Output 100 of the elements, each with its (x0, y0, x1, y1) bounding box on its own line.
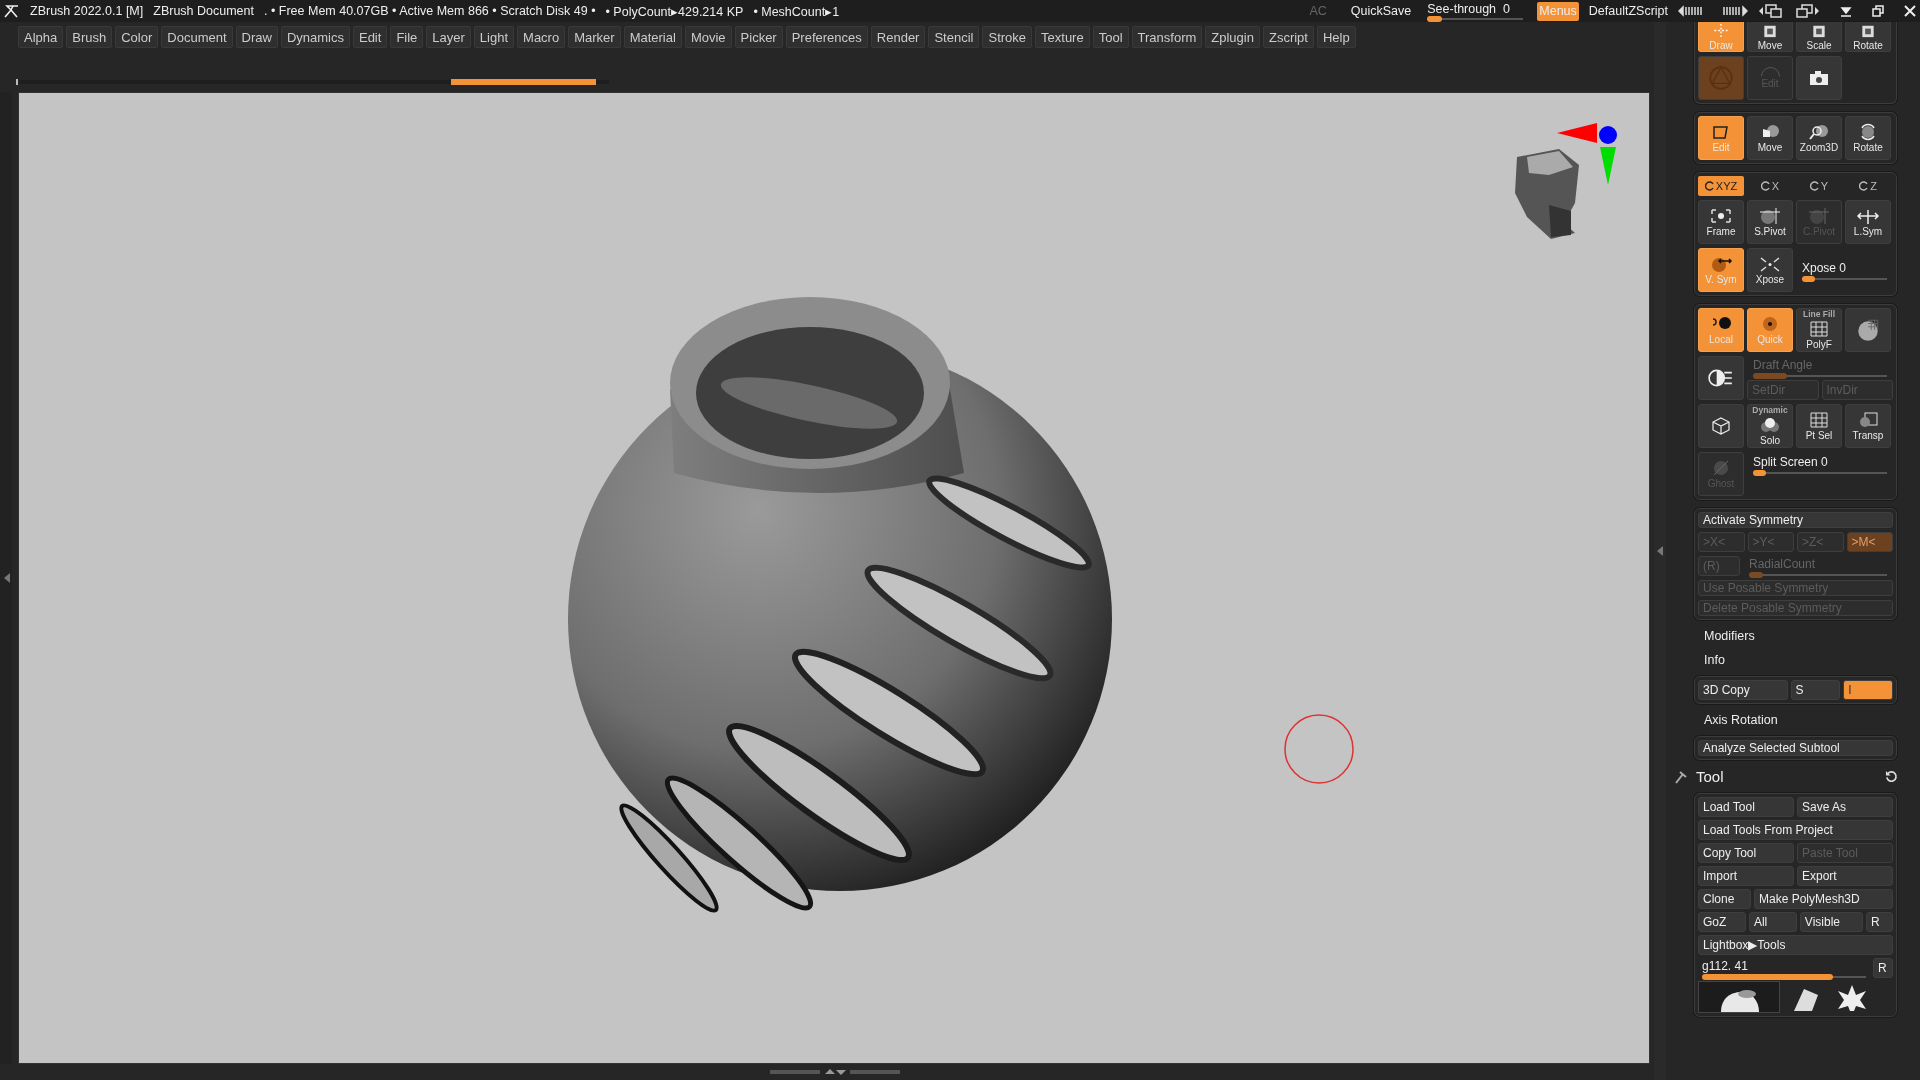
bottom-tray-handle-icon[interactable] (770, 1068, 900, 1076)
i-field[interactable]: I (1843, 680, 1893, 700)
window-stack-icon[interactable] (1758, 3, 1784, 19)
menu-item[interactable]: Preferences (785, 26, 868, 48)
close-icon[interactable] (1904, 5, 1916, 17)
shelf-button[interactable]: Zoom3D (1796, 116, 1842, 160)
shelf-button[interactable]: Line Fill PolyF (1796, 308, 1842, 352)
shelf-button[interactable]: Transp (1845, 404, 1891, 448)
menu-item[interactable]: Stroke (982, 26, 1033, 48)
tool-button[interactable]: Make PolyMesh3D (1754, 889, 1893, 909)
shelf-button[interactable]: S.Pivot (1747, 200, 1793, 244)
light-direction-button[interactable] (1698, 356, 1744, 400)
menu-item[interactable]: Render (870, 26, 926, 48)
arc-icon (1760, 67, 1780, 77)
menu-item[interactable]: Brush (66, 26, 113, 48)
rotation-axis-button[interactable]: Y (1796, 176, 1842, 196)
refresh-icon[interactable] (1885, 770, 1898, 783)
menu-item[interactable]: Alpha (18, 26, 64, 48)
3d-copy-button[interactable]: 3D Copy (1698, 680, 1788, 700)
minimize-icon[interactable] (1840, 5, 1852, 17)
tool-button[interactable]: Load Tool (1698, 797, 1794, 817)
subpalette-header[interactable]: Modifiers (1694, 628, 1920, 644)
tool-button[interactable]: Export (1797, 866, 1893, 886)
tool-button[interactable]: Lightbox▶Tools (1698, 935, 1893, 955)
tool-button[interactable]: Save As (1797, 797, 1893, 817)
grid-icon (1807, 411, 1831, 429)
rotation-axis-button[interactable]: XYZ (1698, 176, 1744, 196)
tool-thumbnail-drawing[interactable] (1698, 981, 1780, 1013)
crosshair-icon (1807, 207, 1831, 225)
shelf-button[interactable]: Pt Sel (1796, 404, 1842, 448)
sphere-arrows-icon (1709, 255, 1733, 273)
window-stack-icon[interactable] (1794, 3, 1820, 19)
camera-icon (1809, 70, 1829, 86)
sphere-icon (1855, 317, 1881, 343)
menu-item[interactable]: Document (161, 26, 233, 48)
subpalette-header[interactable]: Axis Rotation (1694, 712, 1920, 728)
see-through-slider[interactable]: See-through 0 (1427, 2, 1524, 20)
menu-item[interactable]: Edit (352, 26, 388, 48)
tool-button[interactable]: Clone (1698, 889, 1751, 909)
tool-button[interactable]: All (1748, 912, 1797, 932)
status-text: . • Free Mem 40.07GB • Active Mem 866 • Scratch Disk 49 • (264, 4, 596, 18)
restore-icon[interactable] (1872, 5, 1884, 17)
shelf-button[interactable]: Rotate (1845, 116, 1891, 160)
magnifier-icon (1807, 123, 1831, 141)
tool-button[interactable]: Load Tools From Project (1698, 820, 1893, 840)
menu-item[interactable]: Zscript (1262, 26, 1314, 48)
left-tray-handle[interactable] (0, 92, 12, 1064)
shelf-button[interactable]: Rotate (1845, 22, 1891, 52)
shelf-button[interactable]: Move (1747, 116, 1793, 160)
menu-item[interactable]: Stencil (928, 26, 980, 48)
snapshot-button[interactable] (1796, 56, 1842, 100)
s-button[interactable]: S (1790, 680, 1841, 700)
symmetry-axis-button[interactable]: >M< (1846, 532, 1893, 552)
tool-button[interactable]: Import (1698, 866, 1794, 886)
shelf-button[interactable]: Xpose (1747, 248, 1793, 292)
right-tray-handle[interactable] (1654, 22, 1666, 1080)
menu-item[interactable]: Help (1316, 26, 1356, 48)
menu-item[interactable]: Texture (1035, 26, 1090, 48)
tool-button[interactable]: GoZ (1698, 912, 1746, 932)
button-caption: Line Fill (1802, 310, 1836, 319)
activate-symmetry-button[interactable]: Activate Symmetry (1698, 512, 1893, 528)
menu-item[interactable]: Draw (235, 26, 278, 48)
menu-item[interactable]: Light (473, 26, 515, 48)
app-title: ZBrush 2022.0.1 [M] (30, 4, 144, 18)
xpose-slider[interactable]: Xpose 0 (1796, 248, 1893, 292)
menu-item[interactable]: Material (623, 26, 682, 48)
menu-item[interactable]: Layer (426, 26, 471, 48)
split-screen-slider[interactable]: Split Screen 0 (1747, 452, 1893, 496)
shelf-button[interactable]: Move (1747, 22, 1793, 52)
shelf-button[interactable]: Dynamic Solo (1747, 404, 1793, 448)
menu-item[interactable]: Marker (568, 26, 621, 48)
crosshair-icon (1758, 207, 1782, 225)
menu-item[interactable]: Picker (734, 26, 783, 48)
tool-slider[interactable]: g112. 41 (1698, 958, 1870, 978)
arrows-icon (1856, 207, 1880, 225)
palette-title: Tool (1696, 768, 1725, 785)
shelf-button[interactable]: L.Sym (1845, 200, 1891, 244)
cube-button[interactable] (1698, 404, 1744, 448)
reset-button[interactable]: R (1873, 958, 1893, 978)
quicksave-button[interactable]: QuickSave (1348, 4, 1414, 18)
tool-button[interactable]: Visible (1799, 912, 1863, 932)
analyze-button[interactable]: Analyze Selected Subtool (1698, 740, 1893, 756)
expand-arrows-icon (1758, 255, 1782, 273)
menu-item[interactable]: Dynamics (280, 26, 350, 48)
menu-item[interactable]: Transform (1131, 26, 1203, 48)
menu-item[interactable]: Color (115, 26, 159, 48)
shelf-button[interactable]: Scale (1796, 22, 1842, 52)
matcap-button[interactable] (1845, 308, 1891, 352)
tool-button[interactable]: R (1865, 912, 1893, 932)
canvas-viewport[interactable] (18, 92, 1650, 1064)
shelf-button[interactable]: Frame (1698, 200, 1744, 244)
menu-item[interactable]: Tool (1092, 26, 1129, 48)
menu-item[interactable]: Macro (517, 26, 566, 48)
menu-item[interactable]: Movie (684, 26, 732, 48)
rotation-axis-button[interactable]: X (1747, 176, 1793, 196)
rotation-axis-button[interactable]: Z (1845, 176, 1891, 196)
subpalette-header[interactable]: Info (1694, 652, 1920, 668)
tool-button[interactable]: Copy Tool (1698, 843, 1794, 863)
menu-item[interactable]: Zplugin (1205, 26, 1260, 48)
menu-item[interactable]: File (390, 26, 424, 48)
